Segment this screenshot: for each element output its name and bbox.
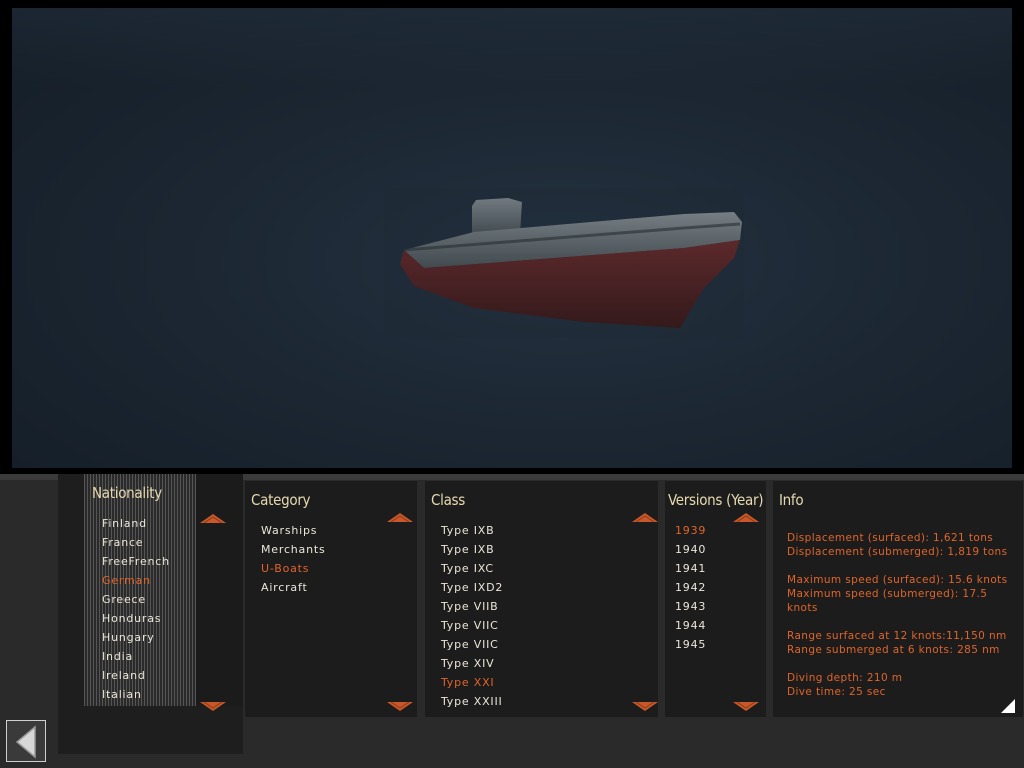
versions-list-item[interactable]: 1939	[675, 521, 706, 540]
scroll-up-arrow-icon[interactable]	[198, 512, 228, 524]
class-list-item[interactable]: Type IXC	[441, 559, 503, 578]
info-panel: Info Displacement (surfaced): 1,621 tons…	[773, 481, 1023, 717]
scroll-up-arrow-icon[interactable]	[630, 511, 660, 523]
scroll-down-arrow-icon[interactable]	[385, 701, 415, 713]
info-title: Info	[779, 491, 804, 509]
category-panel: Category Warships Merchants U-Boats Aircraf…	[245, 481, 417, 717]
nationality-list: Finland France FreeFrench German Greece Hondu…	[102, 514, 170, 704]
nationality-list-item[interactable]: FreeFrench	[102, 552, 170, 571]
class-panel: Class Type IXB Type IXB Type IXC Type IXD2 T…	[425, 481, 658, 717]
nationality-list-item[interactable]: Finland	[102, 514, 170, 533]
back-button[interactable]	[6, 720, 46, 762]
nationality-list-item[interactable]: German	[102, 571, 170, 590]
class-list-item[interactable]: Type VIIB	[441, 597, 503, 616]
class-list: Type IXB Type IXB Type IXC Type IXD2 Type VI…	[441, 521, 503, 711]
class-list-item[interactable]: Type XIV	[441, 654, 503, 673]
model-viewport[interactable]	[12, 8, 1012, 468]
versions-list-item[interactable]: 1944	[675, 616, 706, 635]
nationality-title: Nationality	[92, 484, 162, 502]
versions-list-item[interactable]: 1945	[675, 635, 706, 654]
nationality-list-item[interactable]: Hungary	[102, 628, 170, 647]
category-list-item[interactable]: Warships	[261, 521, 326, 540]
nationality-panel: Nationality Finland France FreeFrench Germa…	[58, 474, 243, 754]
class-list-item[interactable]: Type IXD2	[441, 578, 503, 597]
submarine-model	[384, 188, 744, 338]
versions-list-item[interactable]: 1941	[675, 559, 706, 578]
versions-panel: Versions (Year) 1939 1940 1941 1942 1943 1944…	[665, 481, 766, 717]
category-title: Category	[251, 491, 311, 509]
scroll-down-arrow-icon[interactable]	[731, 701, 761, 713]
scroll-down-arrow-icon[interactable]	[198, 701, 228, 713]
nationality-list-item[interactable]: France	[102, 533, 170, 552]
category-list-item[interactable]: U-Boats	[261, 559, 326, 578]
versions-list-item[interactable]: 1943	[675, 597, 706, 616]
category-list: Warships Merchants U-Boats Aircraft	[261, 521, 326, 597]
nationality-scroll-track	[196, 474, 243, 706]
category-list-item[interactable]: Aircraft	[261, 578, 326, 597]
info-text: Displacement (surfaced): 1,621 tons Disp…	[787, 532, 1008, 698]
versions-list-item[interactable]: 1940	[675, 540, 706, 559]
nationality-list-item[interactable]: India	[102, 647, 170, 666]
class-list-item[interactable]: Type IXB	[441, 521, 503, 540]
nationality-list-item[interactable]: Honduras	[102, 609, 170, 628]
back-arrow-icon	[15, 725, 36, 759]
versions-title: Versions (Year)	[668, 491, 764, 509]
class-list-item[interactable]: Type XXI	[441, 673, 503, 692]
class-list-item[interactable]: Type IXB	[441, 540, 503, 559]
nationality-list-item[interactable]: Greece	[102, 590, 170, 609]
class-title: Class	[431, 491, 466, 509]
versions-list: 1939 1940 1941 1942 1943 1944 1945	[675, 521, 706, 654]
versions-list-item[interactable]: 1942	[675, 578, 706, 597]
scroll-up-arrow-icon[interactable]	[385, 511, 415, 523]
class-list-item[interactable]: Type VIIC	[441, 616, 503, 635]
nationality-list-item[interactable]: Italian	[102, 685, 170, 704]
class-list-item[interactable]: Type XXIII	[441, 692, 503, 711]
category-list-item[interactable]: Merchants	[261, 540, 326, 559]
scroll-up-arrow-icon[interactable]	[731, 511, 761, 523]
class-list-item[interactable]: Type VIIC	[441, 635, 503, 654]
nationality-list-item[interactable]: Ireland	[102, 666, 170, 685]
scroll-down-arrow-icon[interactable]	[630, 701, 660, 713]
corner-resize-icon[interactable]	[1001, 699, 1015, 713]
